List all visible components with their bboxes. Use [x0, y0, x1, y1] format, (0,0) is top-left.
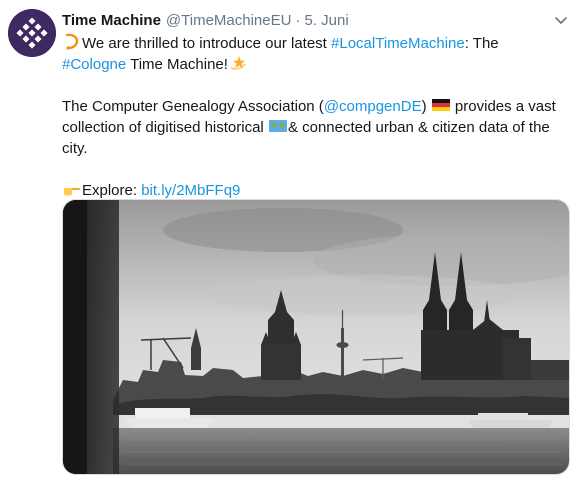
tweet-header: Time Machine @TimeMachineEU · 5. Juni — [62, 10, 548, 30]
tweet-paragraph-1: We are thrilled to introduce our latest … — [62, 33, 562, 75]
explore-link[interactable]: bit.ly/2MbFFq9 — [141, 182, 240, 199]
tweet-media-photo[interactable] — [62, 199, 570, 475]
tweet-date[interactable]: 5. Juni — [304, 12, 348, 29]
world-map-emoji-icon — [268, 120, 287, 132]
author-handle[interactable]: @TimeMachineEU — [166, 12, 292, 29]
tweet-card[interactable]: Time Machine @TimeMachineEU · 5. Juni We… — [0, 0, 588, 481]
tweet-text: We are thrilled to introduce our latest … — [62, 33, 562, 201]
explore-label: Explore: — [82, 182, 142, 199]
hashtag-localtimemachine[interactable]: #LocalTimeMachine — [331, 35, 465, 52]
hourglass-emoji-icon — [65, 33, 79, 50]
tweet-line1-text: We are thrilled to introduce our latest — [82, 35, 332, 52]
tweet-line1-after: : The — [464, 35, 499, 52]
backhand-index-pointing-right-emoji-icon — [64, 188, 80, 196]
tweet-para2-mid: ) — [421, 98, 431, 115]
hashtag-cologne[interactable]: #Cologne — [62, 56, 126, 73]
tweet-paragraph-3: Explore: bit.ly/2MbFFq9 — [62, 180, 562, 201]
avatar[interactable] — [8, 9, 56, 57]
cologne-skyline-photo — [63, 200, 569, 474]
tweet-para2-before: The Computer Genealogy Association ( — [62, 98, 324, 115]
time-machine-logo-icon — [8, 9, 56, 57]
mention-compgende[interactable]: @compgenDE — [324, 98, 422, 115]
dizzy-star-emoji-icon — [230, 56, 246, 70]
germany-flag-emoji-icon — [431, 99, 450, 111]
tweet-line2-after: Time Machine! — [126, 56, 228, 73]
chevron-down-icon[interactable] — [553, 12, 569, 28]
author-name[interactable]: Time Machine — [62, 12, 161, 29]
header-separator: · — [295, 11, 301, 29]
tweet-paragraph-2: The Computer Genealogy Association (@com… — [62, 96, 562, 159]
